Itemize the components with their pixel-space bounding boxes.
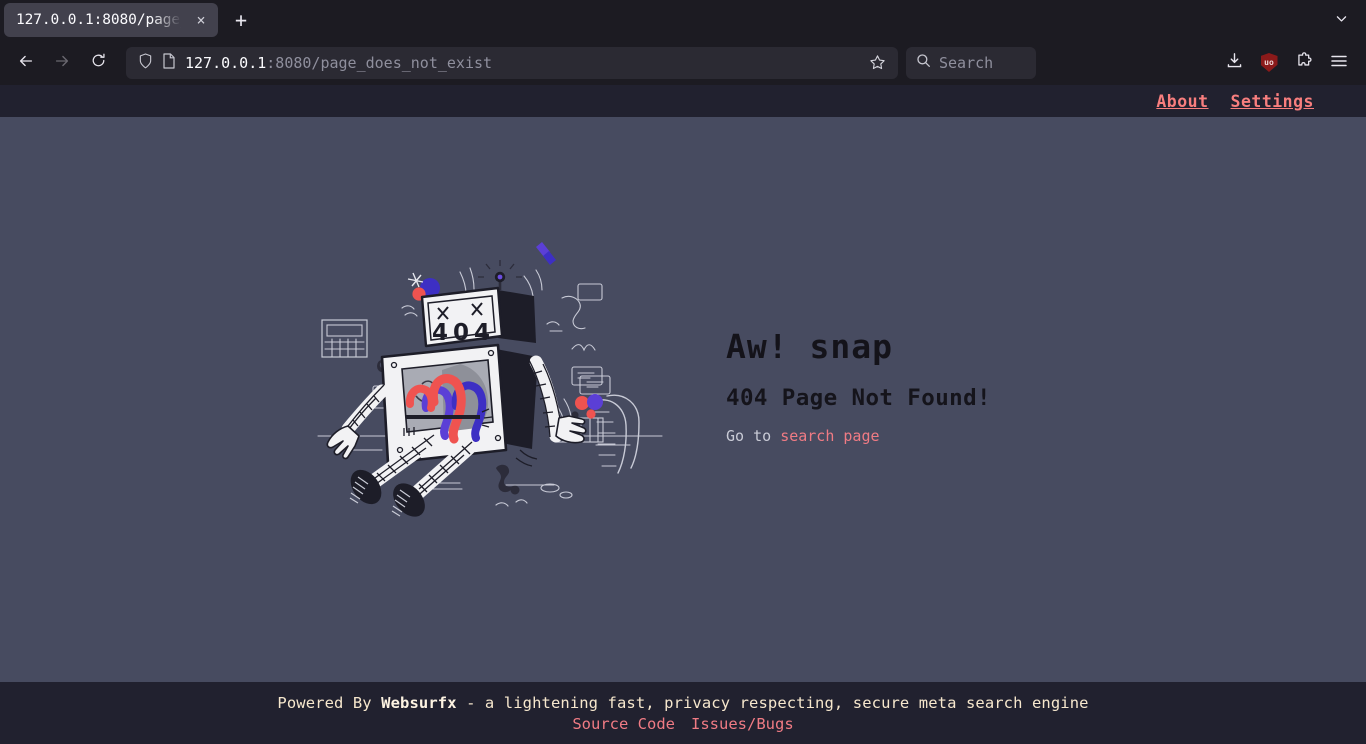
back-button[interactable] xyxy=(8,47,44,79)
nav-link-about[interactable]: About xyxy=(1156,92,1208,111)
search-bar[interactable]: Search xyxy=(906,46,1036,79)
reload-button[interactable] xyxy=(80,47,116,79)
search-icon xyxy=(916,53,931,72)
site-footer: Powered By Websurfx - a lightening fast,… xyxy=(0,682,1366,744)
error-heading: Aw! snap xyxy=(726,326,893,366)
ublock-origin-button[interactable]: uo xyxy=(1252,47,1286,79)
error-hint-prefix: Go to xyxy=(726,426,781,445)
extensions-button[interactable] xyxy=(1287,47,1321,79)
ublock-origin-icon: uo xyxy=(1260,53,1278,72)
chevron-down-icon xyxy=(1335,10,1348,29)
tab-title: 127.0.0.1:8080/page_d xyxy=(16,12,190,28)
forward-arrow-icon xyxy=(53,52,71,74)
hamburger-menu-icon xyxy=(1330,53,1348,73)
forward-button[interactable] xyxy=(44,47,80,79)
back-arrow-icon xyxy=(17,52,35,74)
svg-text:404: 404 xyxy=(432,320,495,346)
address-bar[interactable]: 127.0.0.1:8080/page_does_not_exist xyxy=(126,46,898,79)
page-document-icon xyxy=(162,52,176,73)
footer-brand: Websurfx xyxy=(381,693,457,712)
downloads-button[interactable] xyxy=(1217,47,1251,79)
app-menu-button[interactable] xyxy=(1322,47,1356,79)
footer-link-issues-bugs[interactable]: Issues/Bugs xyxy=(691,715,794,733)
tab-strip: 127.0.0.1:8080/page_d × + xyxy=(0,0,1366,40)
star-icon[interactable] xyxy=(864,50,890,76)
error-subheading: 404 Page Not Found! xyxy=(726,384,991,411)
url-path: :8080/page_does_not_exist xyxy=(266,53,493,72)
page-content: About Settings 404 Aw! snap 404 Page Not… xyxy=(0,85,1366,744)
browser-tab[interactable]: 127.0.0.1:8080/page_d × xyxy=(4,3,218,37)
error-content: 404 Aw! snap 404 Page Not Found! Go to s… xyxy=(0,117,1366,682)
footer-links: Source Code Issues/Bugs xyxy=(572,715,793,733)
reload-icon xyxy=(90,52,107,73)
navigation-toolbar: 127.0.0.1:8080/page_does_not_exist Searc… xyxy=(0,40,1366,85)
download-icon xyxy=(1226,52,1243,73)
footer-suffix: - a lightening fast, privacy respecting,… xyxy=(456,693,1089,712)
shield-icon[interactable] xyxy=(138,52,153,73)
error-hint: Go to search page xyxy=(726,427,1056,445)
url-host: 127.0.0.1 xyxy=(185,53,267,72)
footer-link-source-code[interactable]: Source Code xyxy=(572,715,675,733)
toolbar-icons: uo xyxy=(1217,47,1356,79)
url-text: 127.0.0.1:8080/page_does_not_exist xyxy=(185,54,855,72)
search-input[interactable]: Search xyxy=(939,54,993,72)
search-page-link[interactable]: search page xyxy=(780,427,879,445)
extensions-puzzle-icon xyxy=(1296,52,1313,73)
browser-chrome: 127.0.0.1:8080/page_d × + 127.0.0.1:8080… xyxy=(0,0,1366,85)
site-header: About Settings xyxy=(0,85,1366,117)
broken-robot-404-illustration: 404 xyxy=(310,236,670,536)
error-copy: Aw! snap 404 Page Not Found! Go to searc… xyxy=(726,327,1056,445)
footer-prefix: Powered By xyxy=(277,693,382,712)
nav-link-settings[interactable]: Settings xyxy=(1231,92,1314,111)
new-tab-button[interactable]: + xyxy=(224,4,258,36)
close-icon[interactable]: × xyxy=(190,9,212,31)
list-all-tabs-button[interactable] xyxy=(1326,5,1356,33)
footer-tagline: Powered By Websurfx - a lightening fast,… xyxy=(277,694,1088,712)
